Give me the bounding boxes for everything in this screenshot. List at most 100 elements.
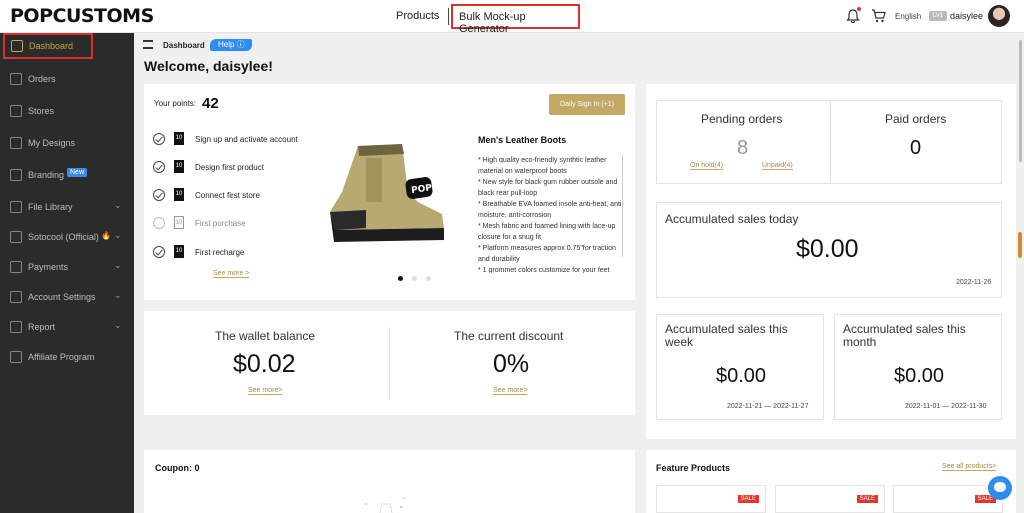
bell-icon[interactable] — [846, 9, 860, 23]
sidebar-item-sotocool[interactable]: Sotocool (Official) 🔥 ⌄ — [0, 225, 134, 249]
sidebar-item-label: My Designs — [28, 138, 76, 148]
avatar[interactable] — [988, 5, 1010, 27]
sidebar-item-label: Affiliate Program — [28, 352, 95, 362]
empty-coupon-icon — [365, 497, 405, 513]
help-button[interactable]: Help ⓘ — [210, 39, 252, 51]
check-icon — [153, 246, 165, 258]
product-card[interactable]: SALE — [775, 485, 885, 513]
language-select[interactable]: English — [895, 12, 921, 21]
points-card: Your points: 42 Daily Sign In (+1) 10 Si… — [144, 84, 635, 300]
sidebar-item-report[interactable]: Report ⌄ — [0, 315, 134, 339]
cart-icon[interactable] — [871, 9, 886, 23]
boot-illustration: POP — [330, 144, 444, 242]
daily-sign-in-button[interactable]: Daily Sign In (+1) — [549, 94, 625, 115]
sales-month-date: 2022-11-01 — 2022-11-30 — [905, 403, 987, 410]
logo[interactable]: POPCUSTOMS — [10, 5, 154, 27]
sidebar-item-label: Branding — [28, 170, 65, 180]
paid-orders-label: Paid orders — [885, 112, 947, 126]
chevron-down-icon: ⌄ — [114, 290, 122, 300]
document-icon: 10 — [174, 245, 184, 258]
sale-badge: SALE — [737, 495, 759, 503]
wallet-label: The wallet balance — [215, 329, 316, 343]
product-image[interactable]: POP — [322, 132, 448, 252]
page-title: Welcome, daisylee! — [144, 58, 273, 74]
on-hold-link[interactable]: On hold(4) — [690, 162, 724, 170]
sales-today-value: $0.00 — [796, 235, 859, 263]
scrollbar-marker — [1018, 232, 1022, 258]
sidebar: Dashboard Orders Stores My Designs Brand… — [0, 33, 134, 513]
orders-box: Pending orders 8 On hold(4) Unpaid(4) Pa… — [656, 100, 1002, 184]
sidebar-item-label: Orders — [28, 74, 56, 84]
nav-products-link[interactable]: Products — [396, 10, 439, 22]
unpaid-link[interactable]: Unpaid(4) — [762, 162, 793, 170]
product-card[interactable]: SALE — [656, 485, 766, 513]
sidebar-item-dashboard[interactable]: Dashboard — [3, 33, 93, 59]
see-all-products-link[interactable]: See all products> — [942, 463, 997, 471]
sidebar-item-label: Sotocool (Official) — [28, 232, 99, 242]
points-label: Your points: — [154, 99, 196, 108]
brush-icon — [10, 137, 22, 149]
nav-bulk-mockup-link[interactable]: Bulk Mock-up Generator — [451, 4, 580, 35]
product-description: * High quality eco-friendly synthtic lea… — [478, 157, 624, 273]
check-icon — [153, 189, 165, 201]
document-icon: 10 — [174, 160, 184, 173]
folder-icon — [10, 201, 22, 213]
sales-week-label: Accumulated sales this week — [665, 322, 788, 349]
sidebar-item-stores[interactable]: Stores — [0, 99, 134, 123]
carousel-dot[interactable] — [412, 276, 417, 281]
sidebar-item-label: Payments — [28, 262, 69, 272]
sales-month-box: Accumulated sales this month $0.00 2022-… — [834, 314, 1002, 420]
featured-products-title: Feature Products — [656, 463, 731, 473]
sidebar-item-account-settings[interactable]: Account Settings ⌄ — [0, 285, 134, 309]
points-see-more-link[interactable]: See more > — [213, 270, 250, 278]
description-scrollbar[interactable] — [622, 155, 623, 257]
discount-value: 0% — [493, 350, 530, 378]
nav-divider — [448, 8, 449, 25]
coupon-label: Coupon: 0 — [155, 463, 200, 473]
product-card[interactable]: SALE — [893, 485, 1003, 513]
sales-today-box: Accumulated sales today $0.00 2022-11-26 — [656, 202, 1002, 298]
sidebar-item-branding[interactable]: Branding New — [0, 163, 134, 187]
sales-today-date: 2022-11-26 — [956, 279, 992, 286]
wallet-card: The wallet balance $0.02 See more> The c… — [144, 311, 635, 415]
username[interactable]: daisylee — [950, 11, 983, 21]
sidebar-item-payments[interactable]: Payments ⌄ — [0, 255, 134, 279]
notification-dot — [857, 7, 861, 11]
sidebar-item-label: Dashboard — [29, 41, 74, 51]
sale-badge: SALE — [856, 495, 878, 503]
monitor-icon — [11, 40, 23, 52]
chevron-down-icon: ⌄ — [114, 260, 122, 270]
check-icon — [153, 133, 165, 145]
sales-week-date: 2022-11-21 — 2022-11-27 — [727, 403, 809, 410]
chevron-down-icon: ⌄ — [114, 200, 122, 210]
paid-orders-value[interactable]: 0 — [910, 137, 921, 160]
pending-orders-value[interactable]: 8 — [737, 137, 748, 160]
carousel-dot[interactable] — [426, 276, 431, 281]
menu-toggle-icon[interactable] — [143, 40, 153, 49]
sidebar-item-label: Report — [28, 322, 56, 332]
carousel-dots[interactable] — [398, 268, 440, 286]
wallet-icon — [10, 261, 22, 273]
product-title[interactable]: Men's Leather Boots — [478, 135, 566, 145]
chevron-down-icon: ⌄ — [114, 320, 122, 330]
new-badge: New — [67, 168, 88, 177]
sales-month-value: $0.00 — [894, 365, 945, 387]
sidebar-item-affiliate[interactable]: Affiliate Program — [0, 345, 134, 369]
chat-icon[interactable] — [988, 476, 1012, 500]
task-label: First purchase — [195, 219, 246, 228]
wallet-value: $0.02 — [233, 350, 296, 378]
list-icon — [10, 73, 22, 85]
sidebar-item-file-library[interactable]: File Library ⌄ — [0, 195, 134, 219]
sales-week-box: Accumulated sales this week $0.00 2022-1… — [656, 314, 824, 420]
document-icon: 10 — [174, 188, 184, 201]
discount-see-more-link[interactable]: See more> — [493, 387, 528, 395]
scrollbar-thumb[interactable] — [1019, 40, 1022, 162]
task-label: Connect first store — [195, 191, 260, 200]
carousel-dot[interactable] — [398, 276, 403, 281]
sidebar-item-orders[interactable]: Orders — [0, 67, 134, 91]
check-icon — [153, 161, 165, 173]
chart-icon — [10, 321, 22, 333]
share-icon — [10, 351, 22, 363]
wallet-see-more-link[interactable]: See more> — [248, 387, 283, 395]
sidebar-item-my-designs[interactable]: My Designs — [0, 131, 134, 155]
